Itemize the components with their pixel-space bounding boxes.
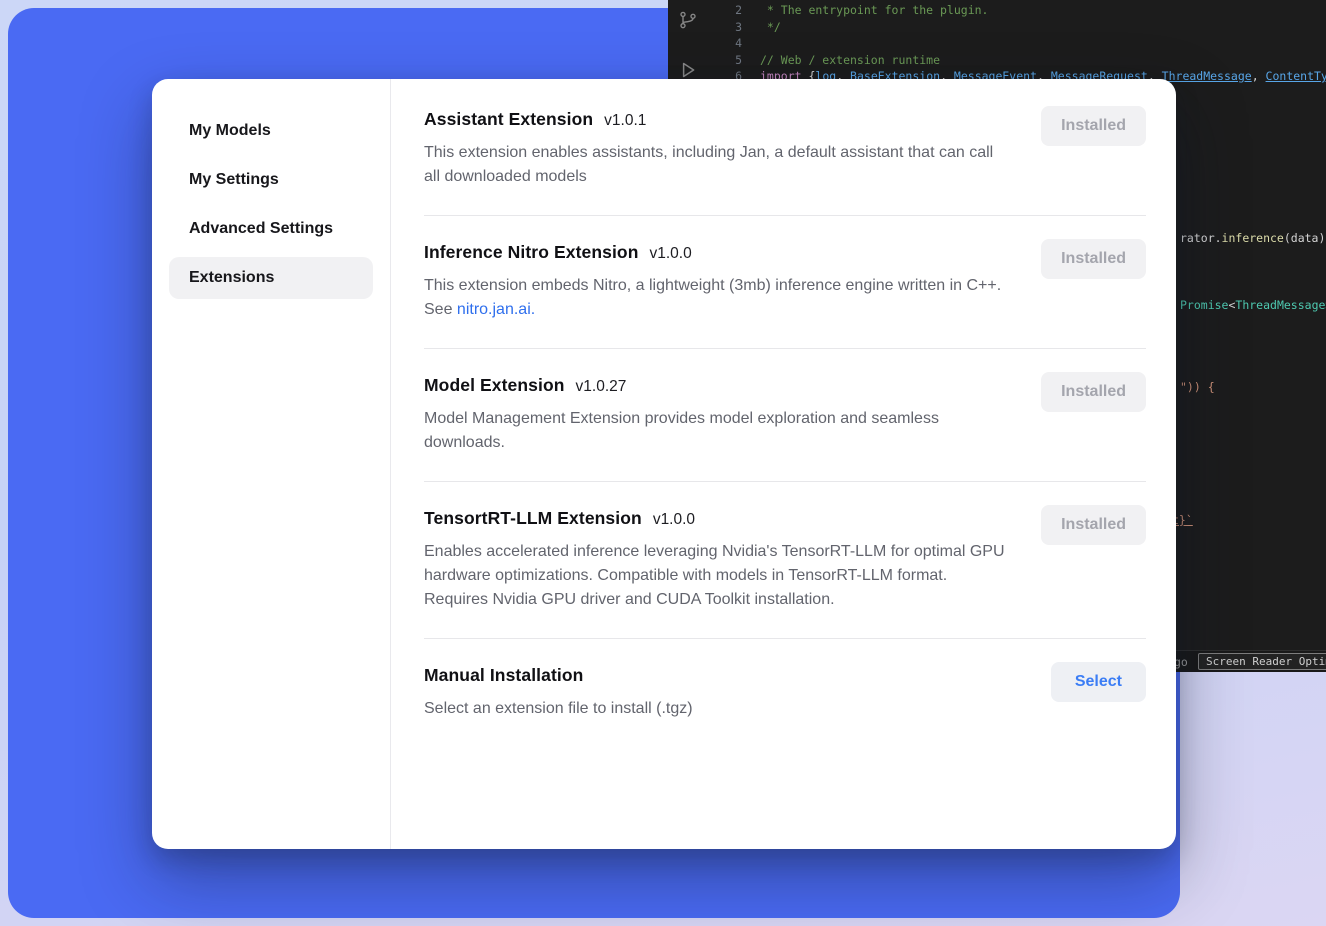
extension-version: v1.0.27 <box>576 378 627 395</box>
sidebar-item-extensions[interactable]: Extensions <box>169 257 373 299</box>
installed-button[interactable]: Installed <box>1041 106 1146 146</box>
extension-info: Assistant Extension v1.0.1 This extension… <box>424 109 1009 189</box>
extension-version: v1.0.1 <box>604 112 646 129</box>
extension-info: Inference Nitro Extension v1.0.0 This ext… <box>424 242 1009 322</box>
extension-section-assistant: Assistant Extension v1.0.1 This extension… <box>424 83 1146 216</box>
extension-title: Inference Nitro Extension <box>424 242 639 262</box>
extension-description: Model Management Extension provides mode… <box>424 407 1009 455</box>
code-fragment: ")) { <box>1180 379 1215 395</box>
code-fragment: Promise<ThreadMessage> <box>1180 297 1326 313</box>
extension-version: v1.0.0 <box>653 511 695 528</box>
line-number: 3 <box>716 19 742 36</box>
extension-description: This extension embeds Nitro, a lightweig… <box>424 274 1009 322</box>
settings-modal: My Models My Settings Advanced Settings … <box>152 79 1176 849</box>
manual-installation-section: Manual Installation Select an extension … <box>424 639 1146 747</box>
extension-title: Assistant Extension <box>424 109 593 129</box>
line-number: 4 <box>716 35 742 52</box>
source-control-icon[interactable] <box>678 10 698 30</box>
extension-title: TensortRT-LLM Extension <box>424 508 642 528</box>
code-fragment: rator.inference(data)); <box>1180 230 1326 246</box>
sidebar-item-my-settings[interactable]: My Settings <box>169 159 373 201</box>
manual-installation-description: Select an extension file to install (.tg… <box>424 697 693 721</box>
extension-title: Model Extension <box>424 375 565 395</box>
screen: 23456 * The entrypoint for the plugin. *… <box>0 0 1326 926</box>
screen-reader-chip[interactable]: Screen Reader Optimized <box>1198 653 1326 670</box>
code-line: */ <box>760 19 1326 36</box>
manual-installation-info: Manual Installation Select an extension … <box>424 665 693 721</box>
select-file-button[interactable]: Select <box>1051 662 1146 702</box>
editor-gutter: 23456 <box>716 2 742 85</box>
line-number: 2 <box>716 2 742 19</box>
extension-version: v1.0.0 <box>650 245 692 262</box>
code-line: * The entrypoint for the plugin. <box>760 2 1326 19</box>
installed-button[interactable]: Installed <box>1041 239 1146 279</box>
extension-section-tensorrt: TensortRT-LLM Extension v1.0.0 Enables ac… <box>424 482 1146 639</box>
installed-button[interactable]: Installed <box>1041 505 1146 545</box>
code-line <box>760 35 1326 52</box>
extension-section-nitro: Inference Nitro Extension v1.0.0 This ext… <box>424 216 1146 349</box>
run-debug-icon[interactable] <box>678 60 698 80</box>
extensions-list: Assistant Extension v1.0.1 This extension… <box>391 79 1176 849</box>
manual-installation-title: Manual Installation <box>424 665 583 685</box>
sidebar-item-advanced-settings[interactable]: Advanced Settings <box>169 208 373 250</box>
nitro-link[interactable]: nitro.jan.ai. <box>457 301 535 318</box>
extension-info: TensortRT-LLM Extension v1.0.0 Enables ac… <box>424 508 1009 612</box>
editor-code-lines: * The entrypoint for the plugin. */ // We… <box>760 2 1326 85</box>
statusbar-text: go <box>1174 655 1188 669</box>
extension-description: This extension enables assistants, inclu… <box>424 141 1009 189</box>
extension-info: Model Extension v1.0.27 Model Management … <box>424 375 1009 455</box>
line-number: 5 <box>716 52 742 69</box>
extension-section-model: Model Extension v1.0.27 Model Management … <box>424 349 1146 482</box>
settings-sidebar: My Models My Settings Advanced Settings … <box>152 79 391 849</box>
sidebar-item-my-models[interactable]: My Models <box>169 110 373 152</box>
installed-button[interactable]: Installed <box>1041 372 1146 412</box>
code-line: // Web / extension runtime <box>760 52 1326 69</box>
extension-description: Enables accelerated inference leveraging… <box>424 540 1009 612</box>
